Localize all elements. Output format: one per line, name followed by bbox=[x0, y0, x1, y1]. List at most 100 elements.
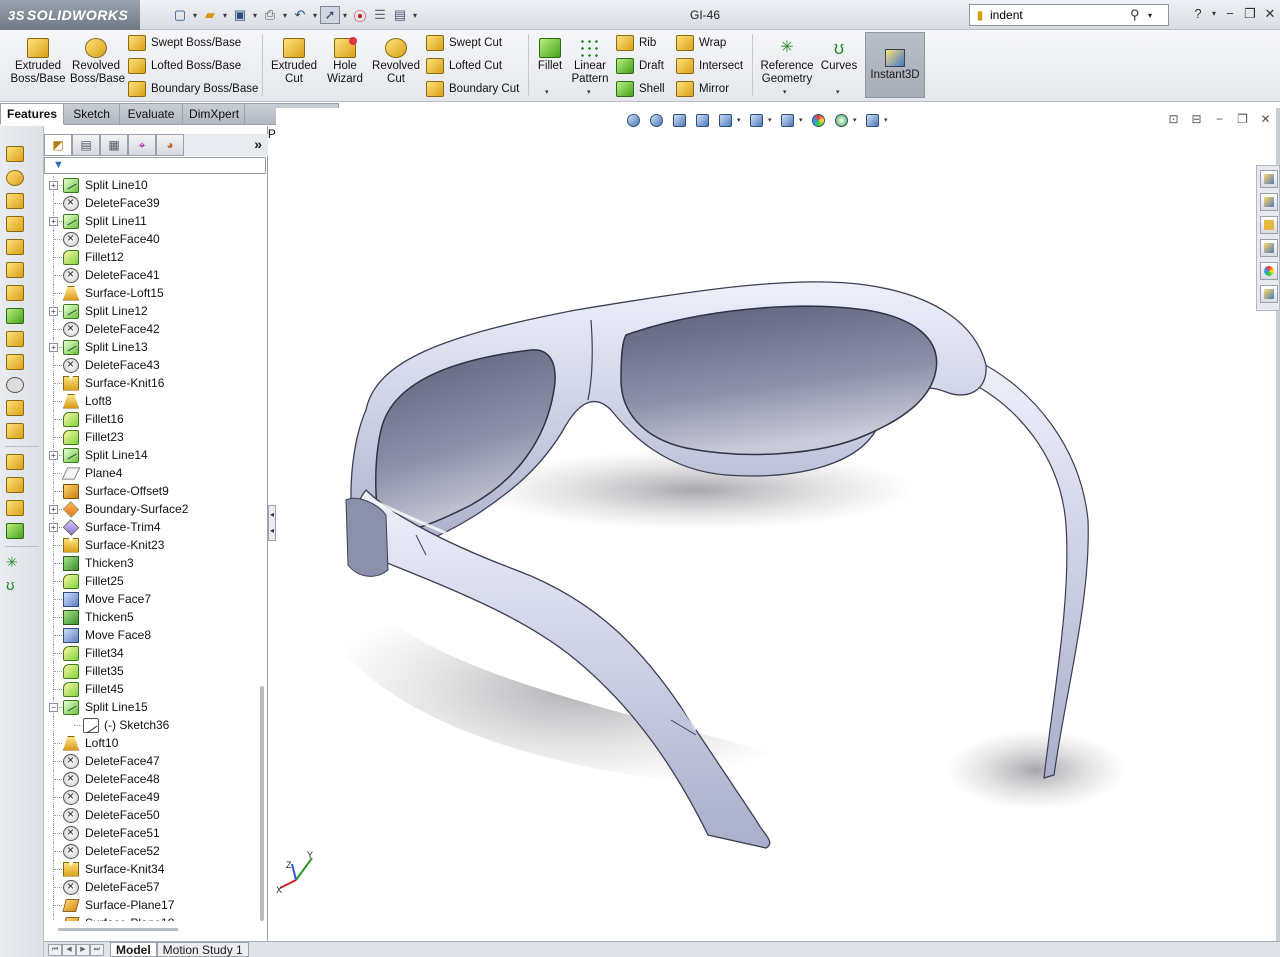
previous-view-icon[interactable] bbox=[668, 111, 691, 129]
search-icon[interactable]: ⚲ bbox=[1130, 7, 1148, 23]
swept-cut-button[interactable]: Swept Cut bbox=[426, 33, 502, 53]
edit-appearance-icon[interactable] bbox=[807, 111, 830, 129]
solidworks-resources-icon[interactable] bbox=[1260, 170, 1278, 188]
view-orientation-icon[interactable] bbox=[745, 111, 768, 129]
feature-tree-item[interactable]: DeleteFace48 bbox=[44, 770, 254, 788]
view-settings-dropdown-icon[interactable]: ▾ bbox=[884, 116, 892, 124]
feature-tree-item[interactable]: DeleteFace39 bbox=[44, 194, 254, 212]
feature-tree-item[interactable]: Surface-Knit16 bbox=[44, 374, 254, 392]
revolved-cut-button[interactable]: Revolved Cut bbox=[371, 38, 421, 86]
boundary-boss-button[interactable]: Boundary Boss/Base bbox=[128, 79, 258, 99]
draft-button[interactable]: Draft bbox=[616, 56, 664, 76]
sunglasses-model[interactable] bbox=[276, 130, 1256, 850]
expand-icon[interactable]: + bbox=[49, 504, 58, 514]
shell-button[interactable]: Shell bbox=[616, 79, 665, 99]
new-document-icon[interactable]: ▢ bbox=[170, 6, 190, 24]
fillet-dropdown-icon[interactable]: ▾ bbox=[545, 88, 549, 96]
feature-tree-item[interactable]: Surface-Loft15 bbox=[44, 284, 254, 302]
feature-tree-item[interactable]: Thicken5 bbox=[44, 608, 254, 626]
help-icon[interactable]: ? bbox=[1188, 4, 1208, 24]
viewport-minimize-icon[interactable]: − bbox=[1208, 112, 1231, 128]
feature-tree-item[interactable]: Fillet23 bbox=[44, 428, 254, 446]
zoom-to-area-icon[interactable] bbox=[645, 111, 668, 129]
split-horizontal-icon[interactable]: ⊟ bbox=[1185, 112, 1208, 128]
feature-tree-item[interactable]: Fillet25 bbox=[44, 572, 254, 590]
expand-icon[interactable]: + bbox=[49, 342, 58, 352]
select-pointer-icon[interactable]: ➚ bbox=[320, 6, 340, 24]
feature-tree-item[interactable]: + Split Line11 bbox=[44, 212, 254, 230]
curves-button[interactable]: ʊ Curves bbox=[820, 38, 858, 73]
appearances-icon[interactable] bbox=[1260, 262, 1278, 280]
wrap-button[interactable]: Wrap bbox=[676, 33, 726, 53]
view-palette-icon[interactable] bbox=[1260, 239, 1278, 257]
feature-tree-item[interactable]: + Split Line10 bbox=[44, 176, 254, 194]
swept-boss-button[interactable]: Swept Boss/Base bbox=[128, 33, 241, 53]
feature-tree-item[interactable]: Move Face7 bbox=[44, 590, 254, 608]
tab-motion-study[interactable]: Motion Study 1 bbox=[156, 942, 249, 957]
next-tab-icon[interactable]: ▶ bbox=[76, 943, 90, 956]
feature-tree-item[interactable]: Fillet34 bbox=[44, 644, 254, 662]
viewport-restore-icon[interactable]: ❐ bbox=[1231, 112, 1254, 128]
apply-scene-dropdown-icon[interactable]: ▾ bbox=[853, 116, 861, 124]
untrim-shortcut-icon[interactable] bbox=[6, 477, 24, 493]
print-dropdown-icon[interactable]: ▾ bbox=[280, 11, 290, 20]
zoom-to-fit-icon[interactable] bbox=[622, 111, 645, 129]
save-icon[interactable]: ▣ bbox=[230, 6, 250, 24]
feature-tree-item[interactable]: (-) Sketch36 bbox=[44, 716, 254, 734]
feature-tree-item[interactable]: DeleteFace51 bbox=[44, 824, 254, 842]
tree-scroll-thumb[interactable] bbox=[260, 686, 264, 921]
curves-shortcut-icon[interactable]: ʊ bbox=[6, 577, 24, 594]
view-orientation-dropdown-icon[interactable]: ▾ bbox=[768, 116, 776, 124]
feature-tree-item[interactable]: Fillet45 bbox=[44, 680, 254, 698]
feature-tree-item[interactable]: Fillet16 bbox=[44, 410, 254, 428]
feature-tree-item[interactable]: DeleteFace42 bbox=[44, 320, 254, 338]
first-tab-icon[interactable]: ⏮ bbox=[48, 943, 62, 956]
feature-tree-item[interactable]: DeleteFace57 bbox=[44, 878, 254, 896]
extruded-cut-button[interactable]: Extruded Cut bbox=[268, 38, 320, 86]
configuration-manager-tab-icon[interactable]: ▦ bbox=[100, 134, 128, 156]
feature-tree-item[interactable]: + Boundary-Surface2 bbox=[44, 500, 254, 518]
instant3d-button[interactable]: Instant3D bbox=[865, 32, 925, 98]
cut-with-surface-shortcut-icon[interactable] bbox=[6, 500, 24, 516]
boundary-shortcut-icon[interactable] bbox=[6, 239, 24, 255]
feature-tree-item[interactable]: Move Face8 bbox=[44, 626, 254, 644]
tree-vertical-scrollbar[interactable] bbox=[258, 176, 266, 921]
collapse-icon[interactable]: − bbox=[49, 702, 58, 712]
delete-face-shortcut-icon[interactable] bbox=[6, 377, 24, 393]
revolved-boss-button[interactable]: Revolved Boss/Base bbox=[70, 38, 125, 86]
expand-panel-icon[interactable]: » bbox=[254, 136, 262, 152]
feature-tree-item[interactable]: DeleteFace52 bbox=[44, 842, 254, 860]
viewport-close-icon[interactable]: ✕ bbox=[1254, 112, 1277, 128]
extrude-shortcut-icon[interactable] bbox=[6, 146, 24, 162]
lofted-boss-button[interactable]: Lofted Boss/Base bbox=[128, 56, 241, 76]
tree-hscroll-thumb[interactable] bbox=[58, 928, 178, 931]
extend-shortcut-icon[interactable] bbox=[6, 423, 24, 439]
undo-icon[interactable]: ↶ bbox=[290, 6, 310, 24]
feature-tree-item[interactable]: Surface-Knit34 bbox=[44, 860, 254, 878]
feature-tree-item[interactable]: + Split Line13 bbox=[44, 338, 254, 356]
curves-dropdown-icon[interactable]: ▾ bbox=[836, 88, 840, 96]
feature-tree-filter[interactable]: ▼ bbox=[44, 157, 266, 174]
feature-tree-item[interactable]: DeleteFace47 bbox=[44, 752, 254, 770]
lofted-cut-button[interactable]: Lofted Cut bbox=[426, 56, 502, 76]
save-dropdown-icon[interactable]: ▾ bbox=[250, 11, 260, 20]
select-dropdown-icon[interactable]: ▾ bbox=[340, 11, 350, 20]
split-vertical-icon[interactable]: ⊡ bbox=[1162, 112, 1185, 128]
close-icon[interactable]: ✕ bbox=[1260, 4, 1280, 24]
rebuild-icon[interactable]: ⦿ bbox=[350, 6, 370, 24]
fillet-button[interactable]: Fillet bbox=[534, 38, 566, 73]
thicken-shortcut-icon[interactable] bbox=[6, 400, 24, 416]
sweep-shortcut-icon[interactable] bbox=[6, 193, 24, 209]
prev-tab-icon[interactable]: ◀ bbox=[62, 943, 76, 956]
extruded-boss-button[interactable]: Extruded Boss/Base bbox=[10, 38, 66, 86]
undo-dropdown-icon[interactable]: ▾ bbox=[310, 11, 320, 20]
feature-tree-item[interactable]: Loft8 bbox=[44, 392, 254, 410]
reference-geometry-shortcut-icon[interactable]: ✳ bbox=[6, 554, 24, 570]
feature-tree-item[interactable]: Thicken3 bbox=[44, 554, 254, 572]
tab-dimxpert[interactable]: DimXpert bbox=[183, 103, 246, 125]
last-tab-icon[interactable]: ⏭ bbox=[90, 943, 104, 956]
expand-icon[interactable]: + bbox=[49, 216, 58, 226]
expand-icon[interactable]: + bbox=[49, 450, 58, 460]
loft-shortcut-icon[interactable] bbox=[6, 216, 24, 232]
expand-icon[interactable]: + bbox=[49, 180, 58, 190]
